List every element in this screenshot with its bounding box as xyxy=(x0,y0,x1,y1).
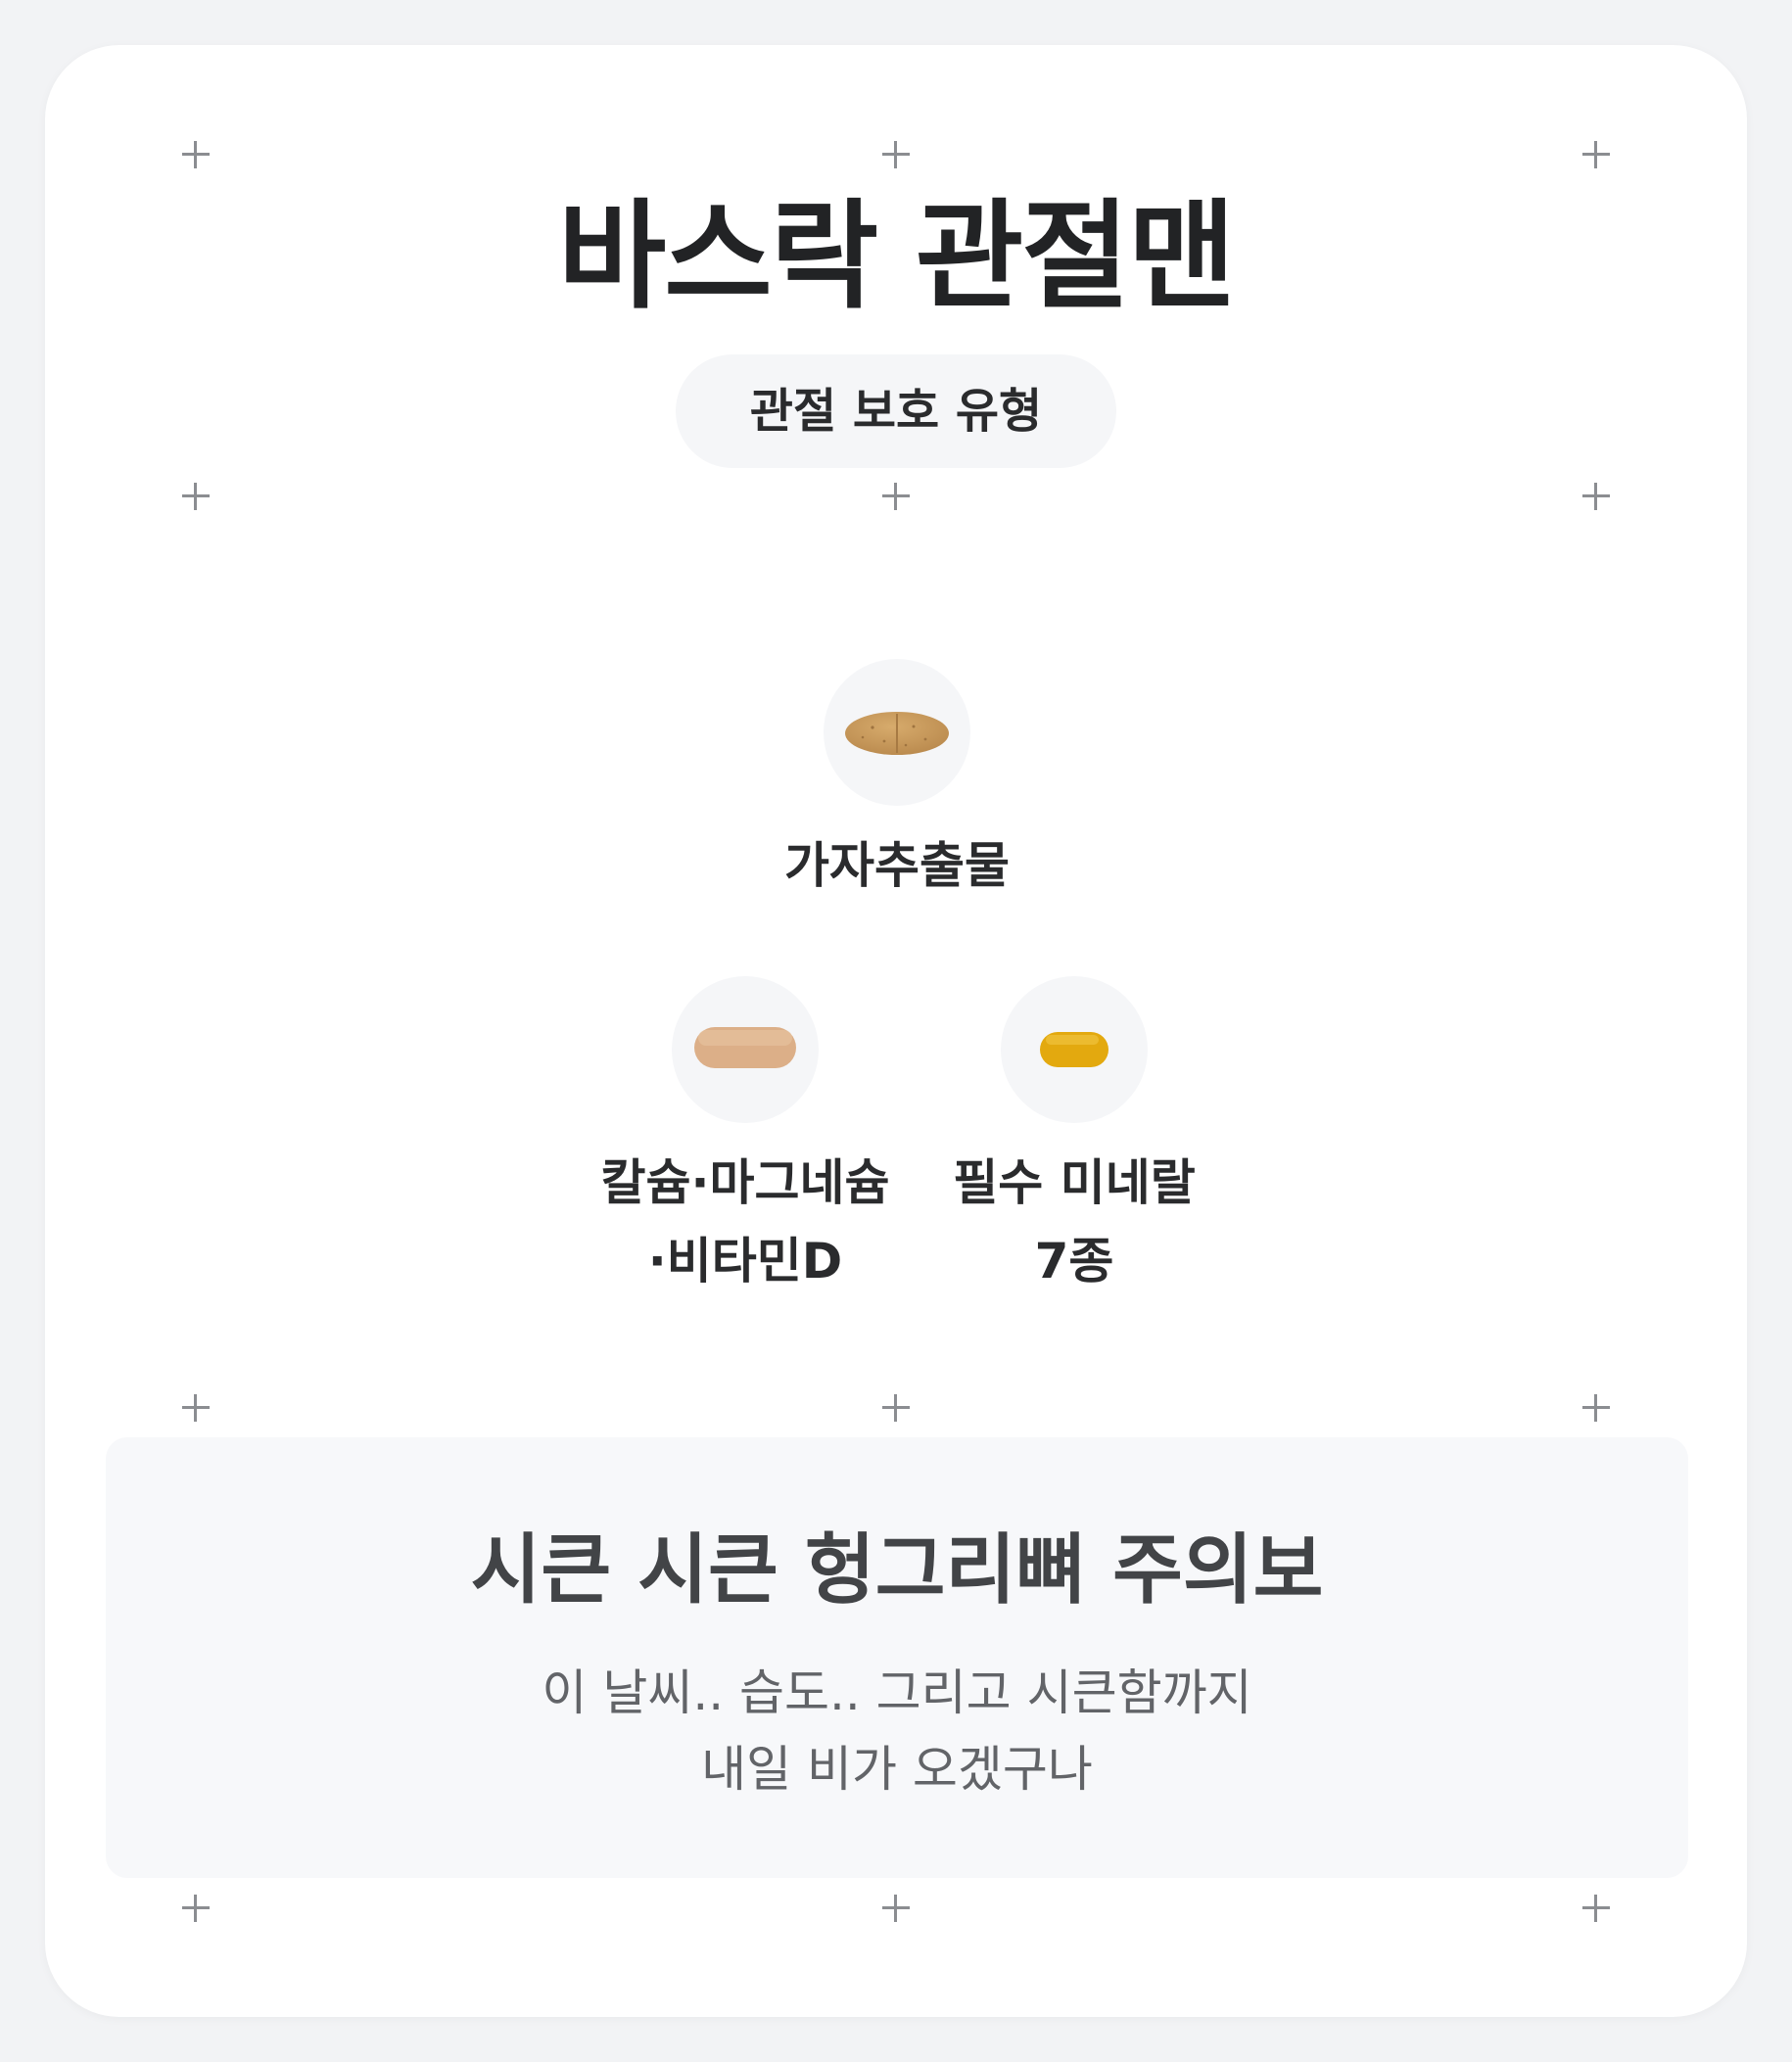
ingredient-1-pill-badge xyxy=(824,659,970,806)
notice-body: 이 날씨.. 습도.. 그리고 시큰함까지 내일 비가 오겠구나 xyxy=(106,1655,1688,1807)
type-chip: 관절 보호 유형 xyxy=(676,354,1116,468)
plus-mark-icon xyxy=(1582,483,1610,510)
ingredient-2-pill-badge xyxy=(672,976,819,1123)
plus-mark-icon xyxy=(182,483,210,510)
plus-mark-icon xyxy=(882,141,910,168)
plus-mark-icon xyxy=(882,1895,910,1922)
yellow-softgel-icon xyxy=(1040,1032,1108,1067)
plus-mark-icon xyxy=(882,1394,910,1422)
notice-line: 내일 비가 오겠구나 xyxy=(701,1741,1093,1798)
plus-mark-icon xyxy=(882,483,910,510)
plus-mark-icon xyxy=(1582,1394,1610,1422)
plus-mark-icon xyxy=(182,1394,210,1422)
plus-mark-icon xyxy=(182,141,210,168)
ingredient-3-pill-badge xyxy=(1001,976,1148,1123)
notice-line: 이 날씨.. 습도.. 그리고 시큰함까지 xyxy=(542,1664,1252,1721)
speckled-brown-oval-tablet-icon xyxy=(845,712,949,755)
beige-oblong-tablet-icon xyxy=(694,1027,796,1068)
notice-title: 시큰 시큰 헝그리뼈 주의보 xyxy=(470,1526,1324,1615)
ingredient-1-label: 가자추출물 xyxy=(784,837,1010,894)
plus-mark-icon xyxy=(182,1895,210,1922)
ingredient-3-label: 필수 미네랄 7종 xyxy=(953,1154,1196,1289)
plus-mark-icon xyxy=(1582,1895,1610,1922)
notice-box: 시큰 시큰 헝그리뼈 주의보 이 날씨.. 습도.. 그리고 시큰함까지 내일 … xyxy=(106,1437,1688,1878)
product-title: 바스락 관절맨 xyxy=(557,189,1236,325)
plus-mark-icon xyxy=(1582,141,1610,168)
